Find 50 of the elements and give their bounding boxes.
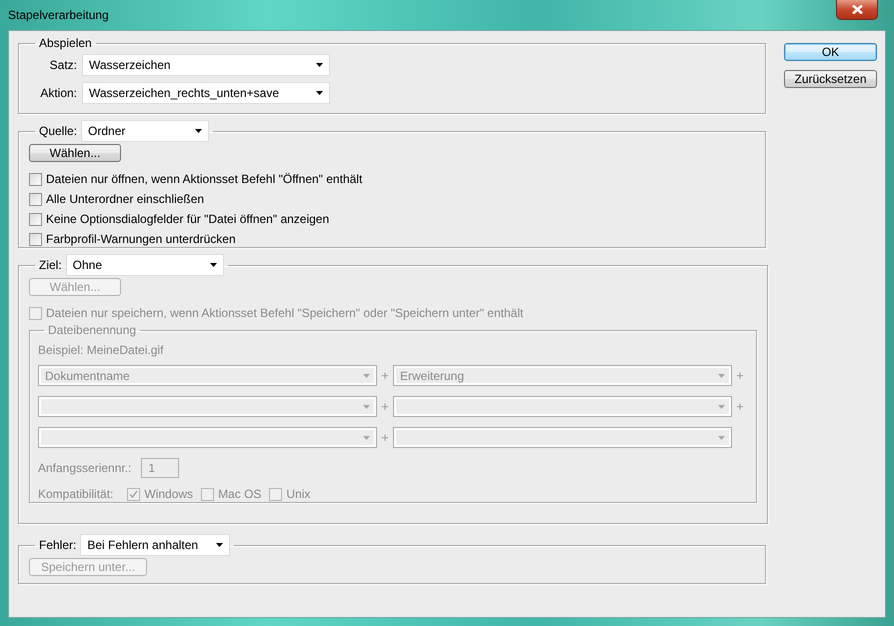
field-label: Kompatibilität: — [38, 487, 114, 501]
caret-icon — [718, 374, 725, 378]
group-title: Abspielen — [38, 36, 93, 50]
button[interactable]: OK — [784, 43, 877, 61]
example-text: Beispiel: MeineDatei.gif — [38, 343, 164, 357]
window-title: Stapelverarbeitung — [8, 8, 109, 22]
checkbox-label: Keine Optionsdialogfelder für "Datei öffnen" anzeigen — [46, 212, 330, 226]
checkbox[interactable] — [29, 232, 42, 246]
checkbox-label: Dateien nur speichern, wenn Aktionsset Befehl "Speichern" oder "Speichern unter" enthält — [46, 306, 524, 320]
field-label: Fehler: — [39, 538, 76, 552]
group-title: Dateibenennung — [47, 323, 138, 337]
field-label: Quelle: — [39, 124, 78, 138]
caret-icon — [363, 436, 370, 440]
field-label: Ziel: — [39, 258, 62, 272]
checkbox-label: Farbprofil-Warnungen unterdrücken — [46, 232, 236, 246]
plus-sign: + — [735, 399, 745, 414]
caret-icon — [210, 263, 217, 267]
caret-icon — [718, 404, 725, 408]
plus-sign: + — [380, 399, 390, 414]
dropdown[interactable]: Ohne — [66, 254, 224, 276]
checkbox[interactable] — [29, 212, 42, 226]
caret-icon — [363, 374, 370, 378]
dropdown[interactable]: Wasserzeichen_rechts_unten+save — [82, 82, 330, 104]
checkbox-label: Unix — [286, 487, 310, 501]
checkbox-label: Mac OS — [218, 487, 262, 501]
caret-icon — [363, 404, 370, 408]
plus-sign: + — [380, 430, 390, 445]
caret-icon — [216, 543, 224, 547]
close-button[interactable] — [836, 0, 878, 20]
checkbox-label: Windows — [144, 487, 194, 501]
checkbox[interactable] — [29, 192, 42, 206]
plus-sign: + — [380, 368, 390, 383]
checkbox-label: Dateien nur öffnen, wenn Aktionsset Befehl "Öffnen" enthält — [46, 172, 362, 186]
button[interactable]: Zurücksetzen — [784, 70, 877, 88]
plus-sign: + — [735, 368, 745, 383]
caret-icon — [316, 63, 323, 67]
field-label: Anfangsseriennr.: — [38, 461, 132, 475]
checkmark-icon — [129, 490, 138, 498]
checkbox[interactable] — [29, 172, 42, 186]
caret-icon — [195, 129, 202, 133]
field-label: Satz: — [48, 58, 77, 72]
close-icon — [852, 5, 862, 14]
dropdown[interactable]: Bei Fehlern anhalten — [80, 534, 230, 556]
dropdown[interactable]: Ordner — [81, 120, 210, 142]
checkbox-label: Alle Unterordner einschließen — [46, 192, 204, 206]
caret-icon — [718, 436, 725, 440]
field-label: Aktion: — [39, 86, 77, 100]
dropdown[interactable]: Wasserzeichen — [82, 54, 330, 76]
caret-icon — [316, 91, 323, 95]
button[interactable]: Wählen... — [29, 144, 121, 162]
